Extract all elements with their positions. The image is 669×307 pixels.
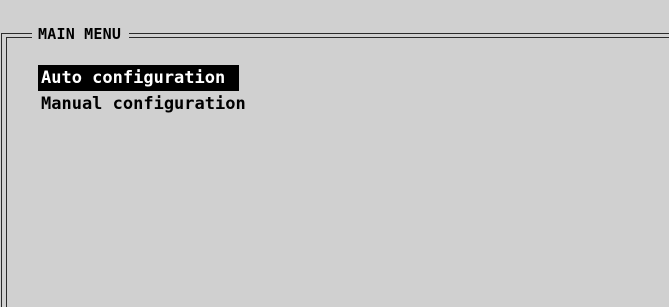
menu-title: MAIN MENU — [32, 24, 130, 44]
menu-item-auto-configuration[interactable]: Auto configuration — [38, 65, 249, 91]
menu-item-label[interactable]: Manual configuration — [38, 94, 249, 114]
menu-item-label[interactable]: Auto configuration — [38, 65, 240, 91]
menu-item-manual-configuration[interactable]: Manual configuration — [38, 91, 249, 117]
frame-left-outer-line — [1, 33, 2, 307]
menu-list: Auto configuration Manual configuration — [38, 65, 249, 117]
main-menu-screen: MAIN MENU Auto configuration Manual conf… — [0, 0, 669, 307]
frame-left-inner-line — [6, 37, 7, 307]
